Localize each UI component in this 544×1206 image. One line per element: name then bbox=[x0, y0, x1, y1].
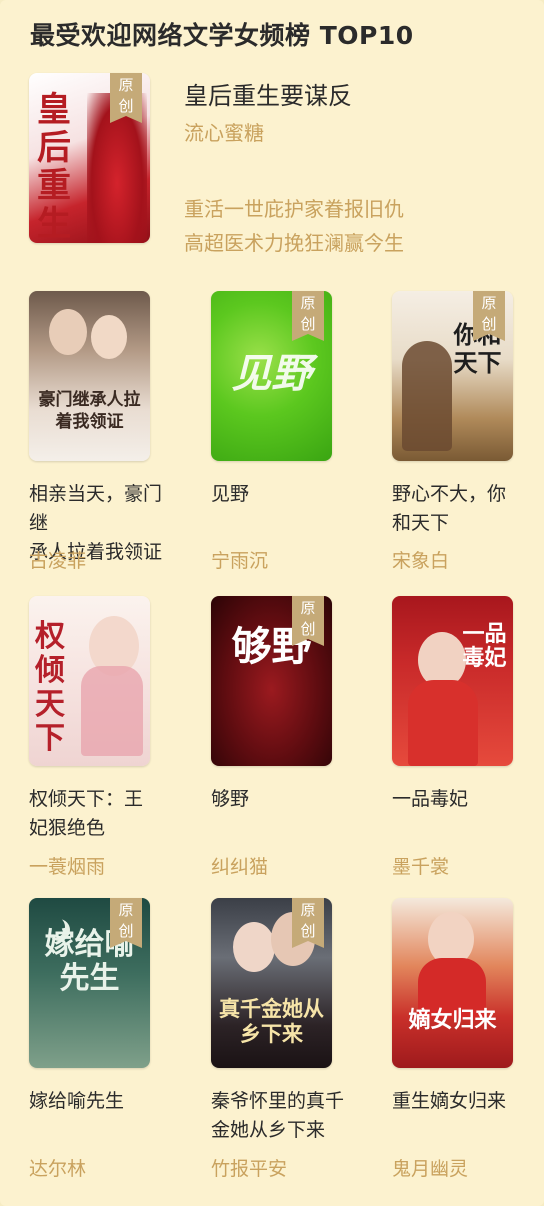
cover-title-text: 真千金她从乡下来 bbox=[219, 996, 324, 1046]
book-title-5[interactable]: 够野 bbox=[211, 785, 346, 814]
book-title-9[interactable]: 重生嫡女归来 bbox=[392, 1087, 532, 1116]
cover-title-text: 豪门继承人拉着我领证 bbox=[38, 390, 141, 432]
cover-title-text: 嫡女归来 bbox=[408, 1007, 497, 1033]
top-book-author[interactable]: 流心蜜糖 bbox=[184, 117, 264, 146]
ranking-panel: 最受欢迎网络文学女频榜 TOP10 皇后重生 原创 皇后重生要谋反 流心蜜糖 重… bbox=[0, 0, 544, 1206]
book-title-7[interactable]: 嫁给喻先生 bbox=[29, 1087, 164, 1116]
book-cover-3[interactable]: 你和天下 原创 bbox=[392, 291, 513, 461]
cover-title-text: 见野 bbox=[231, 350, 312, 397]
book-cover-6[interactable]: 一品毒妃 bbox=[392, 596, 513, 766]
book-cover-top[interactable]: 皇后重生 原创 bbox=[29, 73, 150, 243]
book-cover-5[interactable]: 够野 原创 bbox=[211, 596, 332, 766]
book-author-2[interactable]: 宁雨沉 bbox=[211, 546, 268, 573]
original-badge: 原创 bbox=[110, 73, 142, 123]
book-cover-2[interactable]: 见野 原创 bbox=[211, 291, 332, 461]
book-title-2[interactable]: 见野 bbox=[211, 480, 346, 509]
top-book-desc-line2: 高超医术力挽狂澜赢今生 bbox=[184, 231, 404, 255]
book-cover-7[interactable]: 嫁给喻先生 原创 bbox=[29, 898, 150, 1068]
book-cover-9[interactable]: 嫡女归来 bbox=[392, 898, 513, 1068]
book-cover-4[interactable]: 权倾天下 bbox=[29, 596, 150, 766]
ranking-title: 最受欢迎网络文学女频榜 TOP10 bbox=[30, 21, 414, 50]
book-author-6[interactable]: 墨千裳 bbox=[392, 852, 449, 879]
original-badge: 原创 bbox=[292, 291, 324, 341]
book-author-8[interactable]: 竹报平安 bbox=[211, 1154, 287, 1181]
book-title-8[interactable]: 秦爷怀里的真千 金她从乡下来 bbox=[211, 1087, 361, 1145]
cover-title-text: 一品毒妃 bbox=[462, 621, 507, 671]
book-title-4[interactable]: 权倾天下：王 妃狠绝色 bbox=[29, 785, 164, 843]
original-badge: 原创 bbox=[473, 291, 505, 341]
book-author-4[interactable]: 一蓑烟雨 bbox=[29, 852, 105, 879]
book-author-3[interactable]: 宋象白 bbox=[392, 546, 449, 573]
top-book-desc-line1: 重活一世庇护家眷报旧仇 bbox=[184, 197, 404, 221]
book-title-3[interactable]: 野心不大，你 和天下 bbox=[392, 480, 532, 538]
original-badge: 原创 bbox=[292, 898, 324, 948]
top-book-title[interactable]: 皇后重生要谋反 bbox=[184, 76, 352, 111]
book-author-9[interactable]: 鬼月幽灵 bbox=[392, 1154, 468, 1181]
original-badge: 原创 bbox=[292, 596, 324, 646]
cover-title-text: 皇后重生 bbox=[37, 90, 71, 243]
book-author-7[interactable]: 达尔林 bbox=[29, 1154, 86, 1181]
book-cover-1[interactable]: 豪门继承人拉着我领证 bbox=[29, 291, 150, 461]
original-badge: 原创 bbox=[110, 898, 142, 948]
book-title-6[interactable]: 一品毒妃 bbox=[392, 785, 527, 814]
book-cover-8[interactable]: 真千金她从乡下来 原创 bbox=[211, 898, 332, 1068]
cover-title-text: 权倾天下 bbox=[35, 619, 65, 756]
book-author-1[interactable]: 古凌菲 bbox=[29, 546, 86, 573]
book-author-5[interactable]: 纠纠猫 bbox=[211, 852, 268, 879]
